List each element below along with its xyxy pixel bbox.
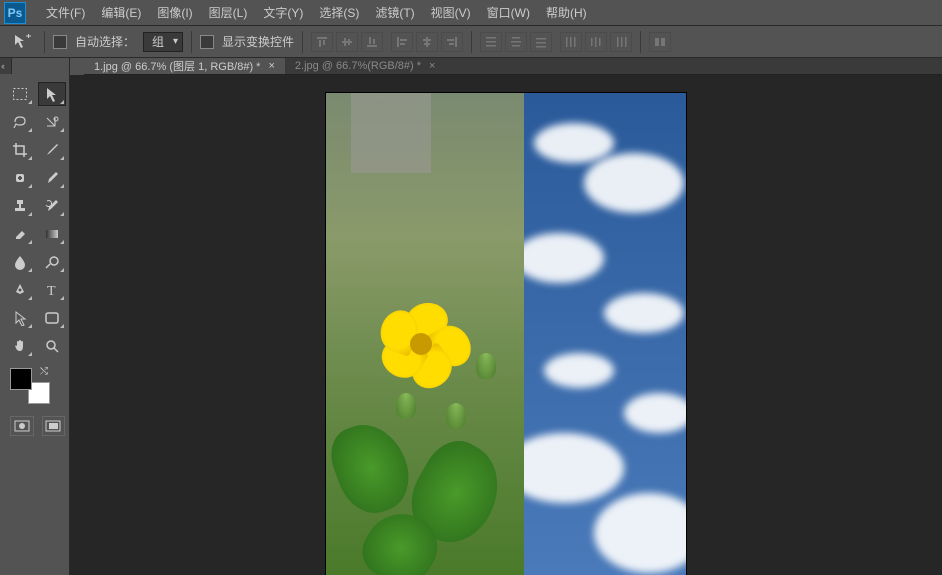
image-flower — [326, 93, 524, 575]
menu-type[interactable]: 文字(Y) — [255, 0, 311, 25]
close-icon[interactable]: × — [268, 60, 274, 72]
healing-tool[interactable] — [6, 166, 34, 190]
swap-colors-icon[interactable]: ⤭ — [40, 366, 48, 377]
show-transform-checkbox[interactable] — [200, 35, 214, 49]
menu-file[interactable]: 文件(F) — [38, 0, 93, 25]
svg-text:T: T — [47, 284, 56, 298]
align-top-icon[interactable] — [311, 32, 333, 52]
distribute-top-icon[interactable] — [480, 32, 502, 52]
image-sky — [524, 93, 686, 575]
document-image — [326, 93, 686, 575]
foreground-color[interactable] — [10, 368, 32, 390]
eraser-tool[interactable] — [6, 222, 34, 246]
separator — [302, 31, 303, 53]
separator — [191, 31, 192, 53]
tab-label: 1.jpg @ 66.7% (图层 1, RGB/8#) * — [94, 58, 260, 74]
auto-align-icon[interactable] — [649, 32, 671, 52]
pen-tool[interactable] — [6, 278, 34, 302]
zoom-tool[interactable] — [38, 334, 66, 358]
move-tool-icon — [8, 31, 36, 53]
lasso-tool[interactable] — [6, 110, 34, 134]
menu-view[interactable]: 视图(V) — [423, 0, 479, 25]
gradient-tool[interactable] — [38, 222, 66, 246]
crop-tool[interactable] — [6, 138, 34, 162]
screen-mode-icon[interactable] — [42, 416, 66, 436]
auto-select-dropdown[interactable]: 组 — [143, 32, 183, 52]
history-brush-tool[interactable] — [38, 194, 66, 218]
quick-mask-icon[interactable] — [10, 416, 34, 436]
move-tool[interactable] — [38, 82, 66, 106]
blur-tool[interactable] — [6, 250, 34, 274]
align-group-1 — [311, 32, 383, 52]
auto-select-label: 自动选择： — [75, 33, 135, 50]
menu-filter[interactable]: 滤镜(T) — [367, 0, 422, 25]
panel-collapse-button[interactable] — [0, 58, 12, 74]
align-hcenter-icon[interactable] — [416, 32, 438, 52]
tab-label: 2.jpg @ 66.7%(RGB/8#) * — [295, 60, 421, 72]
quick-select-tool[interactable] — [38, 110, 66, 134]
color-swatches[interactable]: ⤭ — [10, 368, 50, 404]
eyedropper-tool[interactable] — [38, 138, 66, 162]
align-left-icon[interactable] — [391, 32, 413, 52]
canvas[interactable] — [70, 75, 942, 575]
menu-bar: Ps 文件(F) 编辑(E) 图像(I) 图层(L) 文字(Y) 选择(S) 滤… — [0, 0, 942, 26]
document-tabs: 1.jpg @ 66.7% (图层 1, RGB/8#) * × 2.jpg @… — [84, 58, 942, 75]
menu-window[interactable]: 窗口(W) — [479, 0, 538, 25]
distribute-group-2 — [560, 32, 632, 52]
app-logo: Ps — [4, 2, 26, 24]
marquee-tool[interactable] — [6, 82, 34, 106]
dodge-tool[interactable] — [38, 250, 66, 274]
align-bottom-icon[interactable] — [361, 32, 383, 52]
separator — [640, 31, 641, 53]
distribute-hcenter-icon[interactable] — [585, 32, 607, 52]
document-area: 1.jpg @ 66.7% (图层 1, RGB/8#) * × 2.jpg @… — [70, 58, 942, 575]
options-bar: 自动选择： 组 显示变换控件 — [0, 26, 942, 58]
tab-2[interactable]: 2.jpg @ 66.7%(RGB/8#) * × — [285, 58, 446, 74]
menu-image[interactable]: 图像(I) — [149, 0, 200, 25]
stamp-tool[interactable] — [6, 194, 34, 218]
menu-select[interactable]: 选择(S) — [311, 0, 367, 25]
path-select-tool[interactable] — [6, 306, 34, 330]
align-right-icon[interactable] — [441, 32, 463, 52]
tab-1[interactable]: 1.jpg @ 66.7% (图层 1, RGB/8#) * × — [84, 58, 285, 74]
separator — [44, 31, 45, 53]
separator — [471, 31, 472, 53]
menu-edit[interactable]: 编辑(E) — [93, 0, 149, 25]
distribute-right-icon[interactable] — [610, 32, 632, 52]
brush-tool[interactable] — [38, 166, 66, 190]
show-transform-label: 显示变换控件 — [222, 33, 294, 50]
distribute-left-icon[interactable] — [560, 32, 582, 52]
hand-tool[interactable] — [6, 334, 34, 358]
auto-select-checkbox[interactable] — [53, 35, 67, 49]
menu-layer[interactable]: 图层(L) — [201, 0, 256, 25]
align-group-2 — [391, 32, 463, 52]
distribute-group-1 — [480, 32, 552, 52]
type-tool[interactable]: T — [38, 278, 66, 302]
align-vcenter-icon[interactable] — [336, 32, 358, 52]
distribute-bottom-icon[interactable] — [530, 32, 552, 52]
shape-tool[interactable] — [38, 306, 66, 330]
distribute-vcenter-icon[interactable] — [505, 32, 527, 52]
tools-panel: T ⤭ — [0, 58, 70, 575]
close-icon[interactable]: × — [429, 60, 435, 72]
menu-help[interactable]: 帮助(H) — [538, 0, 595, 25]
